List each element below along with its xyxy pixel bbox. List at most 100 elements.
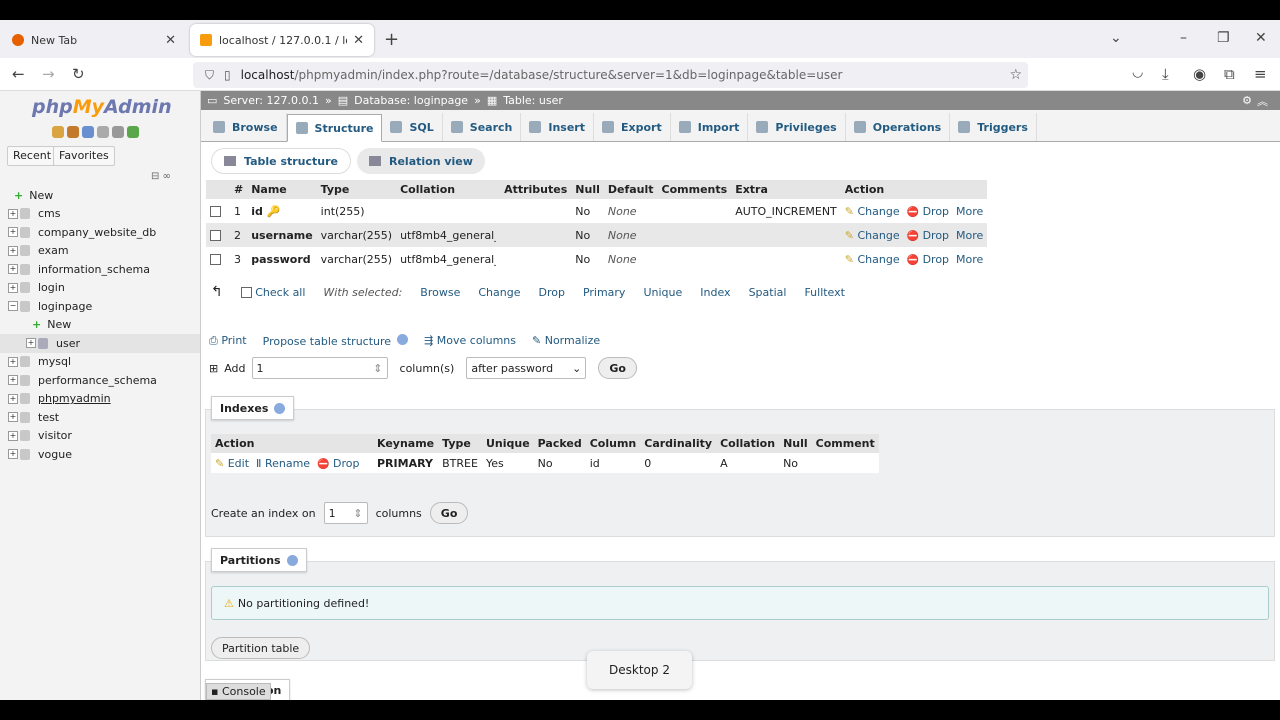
- change-link[interactable]: ✎ Change: [845, 253, 900, 266]
- tree-item-db[interactable]: + phpmyadmin: [0, 390, 200, 409]
- expand-icon[interactable]: +: [8, 430, 18, 441]
- collapse-top-icon[interactable]: ︽: [1257, 93, 1268, 109]
- tree-item-new[interactable]: + New: [0, 186, 200, 205]
- favorites-tab[interactable]: Favorites: [53, 146, 115, 166]
- expand-icon[interactable]: +: [8, 449, 18, 460]
- expand-icon[interactable]: +: [8, 412, 18, 423]
- logout-icon[interactable]: [67, 126, 79, 138]
- account-icon[interactable]: ◉: [1193, 65, 1206, 83]
- check-all-checkbox[interactable]: [240, 287, 252, 298]
- bulk-fulltext-button[interactable]: Fulltext: [804, 286, 845, 299]
- browser-tab-new[interactable]: New Tab ✕: [2, 24, 186, 56]
- tree-item-db[interactable]: + information_schema: [0, 260, 200, 279]
- tree-item-table-user[interactable]: + user: [0, 334, 200, 353]
- menu-icon[interactable]: ≡: [1254, 65, 1267, 83]
- change-link[interactable]: ✎ Change: [845, 229, 900, 242]
- add-count-input[interactable]: 1 ⇕: [251, 357, 388, 379]
- collapse-icon[interactable]: −: [8, 301, 18, 312]
- rename-link[interactable]: Ⅱ Rename: [256, 457, 310, 470]
- expand-icon[interactable]: +: [26, 338, 36, 349]
- row-checkbox[interactable]: [210, 254, 221, 265]
- expand-icon[interactable]: +: [8, 393, 18, 404]
- tab-export[interactable]: Export: [594, 113, 671, 141]
- bulk-drop-button[interactable]: Drop: [538, 286, 564, 299]
- expand-icon[interactable]: +: [8, 208, 18, 219]
- tab-list-icon[interactable]: ⌄: [1110, 30, 1122, 46]
- tab-structure[interactable]: Structure: [286, 114, 383, 142]
- tab-browse[interactable]: Browse: [205, 113, 287, 141]
- help-icon[interactable]: [274, 402, 286, 414]
- move-columns-link[interactable]: ⇶ Move columns: [424, 334, 516, 348]
- tree-item-db[interactable]: + cms: [0, 205, 200, 224]
- browser-tab-phpmyadmin[interactable]: localhost / 127.0.0.1 / loginpage ✕: [190, 24, 374, 56]
- new-tab-icon[interactable]: +: [384, 29, 399, 50]
- url-bar[interactable]: ⛉ ▯ localhost/phpmyadmin/index.php?route…: [193, 62, 1028, 88]
- bulk-browse-button[interactable]: Browse: [420, 286, 460, 299]
- download-icon[interactable]: ⤓: [1162, 65, 1169, 83]
- normalize-link[interactable]: ✎ Normalize: [532, 334, 600, 348]
- subtab-relation-view[interactable]: Relation view: [357, 148, 485, 174]
- restore-icon[interactable]: ❐: [1217, 30, 1230, 46]
- subtab-table-structure[interactable]: Table structure: [211, 148, 351, 174]
- back-icon[interactable]: ←: [12, 65, 25, 83]
- tab-triggers[interactable]: Triggers: [950, 113, 1037, 141]
- tree-item-db[interactable]: + exam: [0, 242, 200, 261]
- row-checkbox[interactable]: [210, 206, 221, 217]
- close-tab-icon[interactable]: ✕: [353, 33, 364, 48]
- more-link[interactable]: More: [956, 205, 983, 218]
- settings-icon[interactable]: [112, 126, 124, 138]
- help-icon[interactable]: [286, 554, 298, 566]
- breadcrumb-table[interactable]: Table: user: [503, 94, 563, 107]
- drop-link[interactable]: ⛔ Drop: [907, 253, 949, 266]
- tree-item-db[interactable]: + mysql: [0, 353, 200, 372]
- tree-item-db[interactable]: + login: [0, 279, 200, 298]
- spinner-icon[interactable]: ⇕: [353, 507, 362, 520]
- bulk-primary-button[interactable]: Primary: [583, 286, 626, 299]
- reload-icon[interactable]: ↻: [72, 65, 85, 83]
- help-icon[interactable]: [82, 126, 94, 138]
- drop-link[interactable]: ⛔ Drop: [317, 457, 359, 470]
- tab-search[interactable]: Search: [443, 113, 522, 141]
- bulk-spatial-button[interactable]: Spatial: [749, 286, 787, 299]
- propose-structure-link[interactable]: Propose table structure: [263, 334, 409, 348]
- close-tab-icon[interactable]: ✕: [165, 33, 176, 48]
- shield-icon[interactable]: ⛉: [205, 68, 214, 83]
- docs-icon[interactable]: [97, 126, 109, 138]
- home-icon[interactable]: [52, 126, 64, 138]
- position-select[interactable]: after password ⌄: [466, 357, 587, 379]
- create-index-count-input[interactable]: 1 ⇕: [323, 502, 368, 524]
- tab-sql[interactable]: SQL: [382, 113, 443, 141]
- breadcrumb-server[interactable]: Server: 127.0.0.1: [223, 94, 319, 107]
- pocket-icon[interactable]: ◡: [1132, 65, 1143, 80]
- check-all[interactable]: Check all: [240, 286, 305, 299]
- tree-item-db[interactable]: + performance_schema: [0, 371, 200, 390]
- minimize-icon[interactable]: –: [1180, 30, 1187, 46]
- reload-nav-icon[interactable]: [127, 126, 139, 138]
- tab-privileges[interactable]: Privileges: [748, 113, 846, 141]
- breadcrumb-database[interactable]: Database: loginpage: [354, 94, 468, 107]
- print-link[interactable]: ⎙ Print: [209, 334, 247, 348]
- tree-item-db-loginpage[interactable]: − loginpage: [0, 297, 200, 316]
- drop-link[interactable]: ⛔ Drop: [907, 205, 949, 218]
- spinner-icon[interactable]: ⇕: [373, 362, 382, 375]
- bulk-change-button[interactable]: Change: [478, 286, 520, 299]
- forward-icon[interactable]: →: [42, 65, 55, 83]
- expand-icon[interactable]: +: [8, 264, 18, 275]
- expand-icon[interactable]: +: [8, 356, 18, 367]
- tree-item-db[interactable]: + visitor: [0, 427, 200, 446]
- settings-gear-icon[interactable]: ⚙: [1242, 94, 1252, 107]
- extensions-icon[interactable]: ⧉: [1224, 65, 1235, 83]
- tree-item-new-table[interactable]: + New: [0, 316, 200, 335]
- edit-link[interactable]: ✎ Edit: [215, 457, 249, 470]
- console-toggle[interactable]: ▪ Console: [206, 683, 271, 700]
- tree-item-db[interactable]: + company_website_db: [0, 223, 200, 242]
- more-link[interactable]: More: [956, 253, 983, 266]
- expand-icon[interactable]: +: [8, 227, 18, 238]
- more-link[interactable]: More: [956, 229, 983, 242]
- tree-item-db[interactable]: + test: [0, 408, 200, 427]
- collapse-link-icons[interactable]: ⊟ ∞: [151, 171, 171, 182]
- change-link[interactable]: ✎ Change: [845, 205, 900, 218]
- add-go-button[interactable]: Go: [598, 357, 637, 379]
- tree-item-db[interactable]: + vogue: [0, 445, 200, 464]
- expand-icon[interactable]: +: [8, 245, 18, 256]
